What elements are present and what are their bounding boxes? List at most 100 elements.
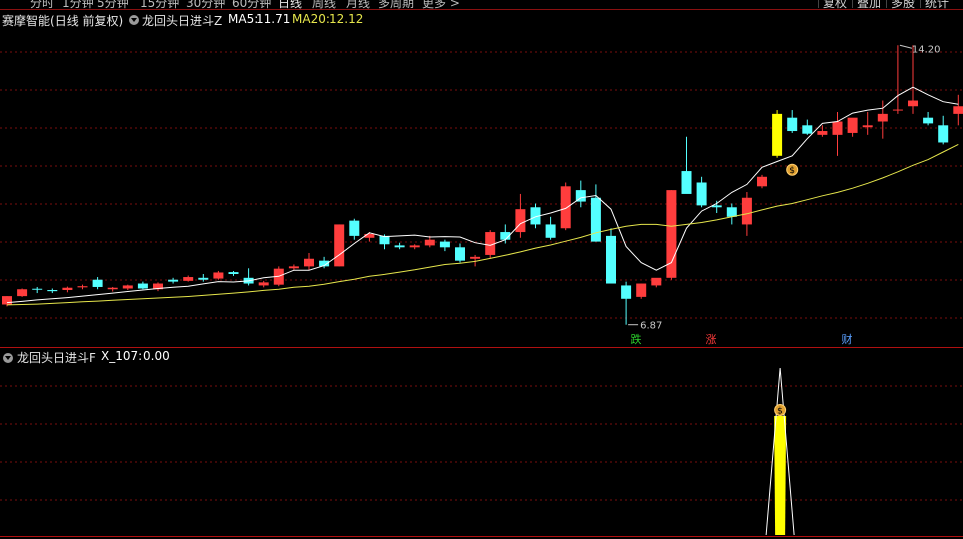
candle-body <box>198 277 209 280</box>
candle-body <box>62 287 73 291</box>
candle-45 <box>681 136 692 194</box>
candle-body <box>122 285 133 289</box>
candle-body <box>681 171 692 194</box>
candle-body <box>636 283 647 297</box>
candle-34 <box>515 193 526 238</box>
candle-5 <box>77 284 88 290</box>
max-arrow <box>899 44 913 49</box>
candle-36 <box>545 216 556 240</box>
candle-body <box>545 224 556 238</box>
candle-9 <box>137 281 148 290</box>
candle-6 <box>92 277 103 290</box>
candle-58 <box>877 100 888 139</box>
bag-symbol: $ <box>777 407 783 417</box>
candle-body <box>862 125 873 128</box>
candle-body <box>606 235 616 284</box>
candle-body <box>877 113 888 122</box>
signal-bar <box>774 416 787 535</box>
candle-3 <box>47 288 58 294</box>
candle-body <box>772 113 783 156</box>
candle-11 <box>168 277 179 284</box>
candle-body <box>696 182 707 206</box>
candle-55 <box>832 111 843 156</box>
candle-62 <box>938 115 949 145</box>
candle-60 <box>908 45 918 114</box>
candle-59 <box>892 45 903 114</box>
candle-12 <box>183 275 194 282</box>
candle-15 <box>228 270 239 276</box>
event-tag-2[interactable]: 财 <box>840 333 854 347</box>
candle-16 <box>243 268 254 286</box>
candle-body <box>953 106 963 114</box>
candle-body <box>424 239 435 246</box>
candle-body <box>741 197 752 225</box>
candle-56 <box>847 117 858 137</box>
candle-body <box>107 287 118 290</box>
candle-20 <box>304 253 314 271</box>
candle-body <box>439 241 450 248</box>
candle-61 <box>923 111 934 126</box>
candle-body <box>651 277 662 286</box>
candle-17 <box>258 280 269 288</box>
candle-body <box>470 256 481 259</box>
candle-50 <box>757 174 767 189</box>
candle-body <box>590 197 601 242</box>
ma20-line <box>6 143 959 306</box>
candle-52 <box>787 110 798 133</box>
candle-27 <box>409 244 420 250</box>
candle-body <box>908 100 918 107</box>
candle-body <box>77 286 88 288</box>
candle-body <box>923 117 934 124</box>
candle-body <box>787 117 798 132</box>
candle-23 <box>349 218 360 240</box>
kline-chart[interactable]: 14.20 6.87 $ $ <box>0 0 963 539</box>
candle-body <box>726 207 737 217</box>
candle-body <box>832 121 843 135</box>
candle-body <box>515 209 526 233</box>
candle-body <box>560 186 571 229</box>
candle-body <box>183 277 194 281</box>
candle-body <box>47 290 58 292</box>
max-price-label: 14.20 <box>912 44 941 55</box>
candle-body <box>17 289 28 297</box>
event-tag-1[interactable]: 涨 <box>704 333 718 347</box>
candle-body <box>258 282 269 286</box>
candle-body <box>304 258 314 267</box>
ma5-line <box>6 86 959 304</box>
money-bag-icon: $ <box>786 163 799 176</box>
candle-body <box>349 220 360 236</box>
candle-47 <box>711 200 722 213</box>
candle-body <box>817 131 828 135</box>
candle-8 <box>122 284 133 291</box>
event-tag-0[interactable]: 跌 <box>629 333 643 347</box>
candle-19 <box>288 264 299 271</box>
candle-body <box>2 296 12 305</box>
candle-2 <box>32 286 43 294</box>
candle-26 <box>394 242 405 250</box>
candle-body <box>228 272 239 274</box>
candle-10 <box>153 282 163 292</box>
candle-51 <box>772 110 783 158</box>
candle-body <box>621 285 632 299</box>
candle-4 <box>62 286 73 293</box>
bag-symbol: $ <box>789 166 795 176</box>
candle-1 <box>17 288 28 297</box>
candle-29 <box>439 239 450 252</box>
candle-38 <box>575 180 586 208</box>
candle-43 <box>651 277 662 288</box>
candle-body <box>213 272 224 279</box>
candle-body <box>334 224 345 267</box>
candle-57 <box>862 111 873 135</box>
candle-44 <box>666 190 677 280</box>
candle-body <box>137 283 148 289</box>
candle-body <box>802 125 813 134</box>
candle-41 <box>621 281 632 325</box>
candle-body <box>757 176 767 187</box>
candle-body <box>379 235 390 245</box>
candle-46 <box>696 176 707 208</box>
candle-body <box>455 247 465 261</box>
candle-22 <box>334 224 345 267</box>
candle-30 <box>455 243 465 263</box>
candle-63 <box>953 94 963 126</box>
candle-53 <box>802 119 813 135</box>
